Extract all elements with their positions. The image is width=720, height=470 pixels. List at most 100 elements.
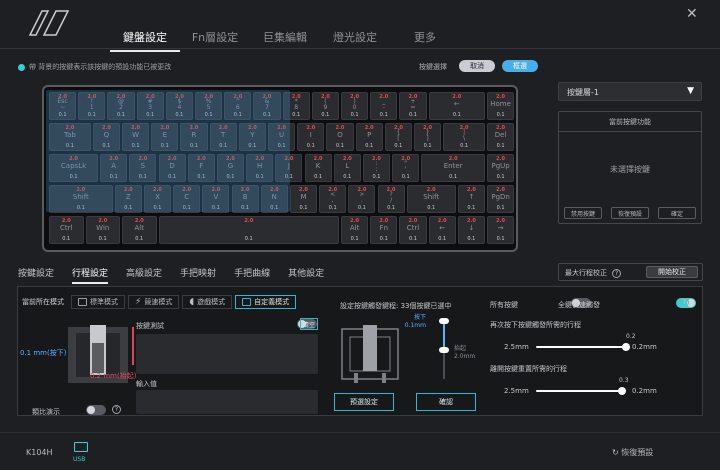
key-2-10[interactable]: 2.0: ; 0.1 <box>362 154 391 182</box>
key-2-1[interactable]: 2.0 A 0.1 <box>100 154 128 182</box>
key-0-2[interactable]: 2.0 @ 2 0.1 <box>107 92 135 120</box>
key-1-11[interactable]: 2.0{ [0.1 <box>384 123 412 151</box>
key-0-14[interactable]: 2.0 Home 0.1 <box>487 92 515 120</box>
key-0-10[interactable]: 2.0) 0 0.1 <box>341 92 369 120</box>
press-slider-knob[interactable] <box>622 343 630 351</box>
key-3-9[interactable]: 2.0 > . 0.1 <box>348 185 376 213</box>
key-0-5[interactable]: 2.0% 5 0.1 <box>195 92 223 120</box>
key-3-1[interactable]: 2.0 Z 0.1 <box>114 185 142 213</box>
key-1-5[interactable]: 2.0 T 0.1 <box>209 123 237 151</box>
key-3-2[interactable]: 2.0 X 0.1 <box>143 185 172 213</box>
settings-tab-2[interactable]: 高級設定 <box>126 266 162 284</box>
key-4-0[interactable]: 2.0 Ctrl 0.1 <box>49 216 84 244</box>
release-slider[interactable] <box>536 387 626 395</box>
key-0-4[interactable]: 2.0 $ 4 0.1 <box>165 92 193 120</box>
layer-select[interactable]: 按鍵層-1 ▼ <box>558 82 702 101</box>
compare-toggle[interactable] <box>86 405 106 415</box>
key-3-6[interactable]: 2.0 N 0.1 <box>260 185 288 213</box>
key-3-0[interactable]: 2.0 Shift 0.1 <box>49 185 113 213</box>
mode-game[interactable]: ◖ 遊戲模式 <box>182 295 233 309</box>
confirm-trigger-button[interactable]: 確認 <box>416 393 476 411</box>
key-1-10[interactable]: 2.0 P 0.1 <box>355 123 383 151</box>
key-3-5[interactable]: 2.0 B 0.1 <box>231 185 259 213</box>
key-4-9[interactable]: 2.0 → 0.1 <box>487 216 515 244</box>
key-4-4[interactable]: 2.0 Alt 0.1 <box>341 216 369 244</box>
settings-tab-3[interactable]: 手把映射 <box>180 266 216 284</box>
key-2-3[interactable]: 2.0 D 0.1 <box>158 154 186 182</box>
key-0-7[interactable]: 2.0 & 7 0.1 <box>253 92 281 120</box>
press-slider[interactable] <box>536 343 630 351</box>
mode-speed[interactable]: ⚡ 競速模式 <box>128 295 180 309</box>
help-icon[interactable]: ? <box>612 269 622 278</box>
key-2-5[interactable]: 2.0 G 0.1 <box>216 154 245 182</box>
start-calibration-button[interactable]: 開始校正 <box>646 266 698 278</box>
key-2-13[interactable]: 2.0 PgUp 0.1 <box>487 154 515 182</box>
key-2-12[interactable]: 2.0 Enter 0.1 <box>421 154 485 182</box>
settings-tab-5[interactable]: 其他設定 <box>288 266 324 284</box>
key-2-4[interactable]: 2.0 F 0.1 <box>187 154 215 182</box>
release-slider-knob[interactable] <box>618 387 626 395</box>
key-0-6[interactable]: 2.0 ^ 6 0.1 <box>224 92 252 120</box>
key-1-9[interactable]: 2.0 O 0.1 <box>326 123 354 151</box>
key-1-6[interactable]: 2.0 Y 0.1 <box>238 123 266 151</box>
key-0-13[interactable]: 2.0 ← 0.1 <box>428 92 485 120</box>
key-2-6[interactable]: 2.0 H 0.1 <box>246 154 274 182</box>
key-0-12[interactable]: 2.0 + = 0.1 <box>399 92 427 120</box>
settings-tab-0[interactable]: 按鍵設定 <box>18 266 54 284</box>
key-3-11[interactable]: 2.0 Shift 0.1 <box>406 185 456 213</box>
key-3-8[interactable]: 2.0 < , 0.1 <box>319 185 347 213</box>
close-icon[interactable]: ✕ <box>686 6 698 22</box>
key-1-7[interactable]: 2.0 U 0.1 <box>268 123 296 151</box>
key-3-3[interactable]: 2.0 C 0.1 <box>173 185 201 213</box>
key-2-2[interactable]: 2.0 S 0.1 <box>129 154 157 182</box>
key-1-2[interactable]: 2.0 W 0.1 <box>122 123 150 151</box>
restore-default-button[interactable]: 恢復預設 <box>611 207 649 219</box>
key-4-7[interactable]: 2.0 ← 0.1 <box>428 216 456 244</box>
key-2-8[interactable]: 2.0 K 0.1 <box>304 154 332 182</box>
key-4-3[interactable]: 2.0 0.1 <box>158 216 339 244</box>
key-1-3[interactable]: 2.0 E 0.1 <box>151 123 179 151</box>
help-icon[interactable]: ? <box>680 298 689 307</box>
disable-key-button[interactable]: 禁用按鍵 <box>564 207 602 219</box>
key-3-12[interactable]: 2.0 ↑ 0.1 <box>457 185 485 213</box>
restore-defaults-link[interactable]: ↻ 恢復預設 <box>612 447 653 458</box>
settings-tab-4[interactable]: 手把曲線 <box>234 266 270 284</box>
key-4-2[interactable]: 2.0 Alt 0.1 <box>122 216 157 244</box>
key-3-7[interactable]: 2.0 M 0.1 <box>289 185 318 213</box>
key-4-8[interactable]: 2.0 ↓ 0.1 <box>457 216 485 244</box>
key-2-0[interactable]: 2.0 CapsLk 0.1 <box>49 154 99 182</box>
key-4-1[interactable]: 2.0 Win 0.1 <box>85 216 120 244</box>
key-0-1[interactable]: 2.0! 1 0.1 <box>78 92 106 120</box>
input-value-area[interactable] <box>136 390 318 414</box>
key-4-6[interactable]: 2.0 Ctrl 0.1 <box>399 216 427 244</box>
key-0-3[interactable]: 2.0 # 3 0.1 <box>136 92 164 120</box>
key-0-8[interactable]: 2.0 * 8 0.1 <box>282 92 310 120</box>
usb-icon[interactable] <box>74 442 88 452</box>
key-3-10[interactable]: 2.0? /0.1 <box>377 185 405 213</box>
key-1-14[interactable]: 2.0 Del 0.1 <box>487 123 515 151</box>
help-icon[interactable]: ? <box>112 405 121 414</box>
clear-button[interactable]: 清空 <box>300 318 318 330</box>
box-select-button[interactable]: 框選 <box>502 60 538 72</box>
key-test-area[interactable] <box>136 334 318 374</box>
key-2-7[interactable]: 2.0 J 0.1 <box>275 154 303 182</box>
mode-standard[interactable]: 標準模式 <box>71 295 125 309</box>
key-4-5[interactable]: 2.0 Fn 0.1 <box>370 216 398 244</box>
key-1-8[interactable]: 2.0 I 0.1 <box>297 123 325 151</box>
preset-button[interactable]: 預選設定 <box>334 393 394 411</box>
key-0-0[interactable]: 2.0 Esc ~0.1 <box>49 92 77 120</box>
key-1-1[interactable]: 2.0 Q 0.1 <box>92 123 120 151</box>
confirm-button[interactable]: 確定 <box>658 207 696 219</box>
cancel-select-button[interactable]: 取消 <box>459 60 495 72</box>
release-handle[interactable] <box>439 347 449 353</box>
key-0-11[interactable]: 2.0 _ -0.1 <box>370 92 398 120</box>
settings-tab-1[interactable]: 行程設定 <box>72 266 109 284</box>
key-1-12[interactable]: 2.0} ] 0.1 <box>414 123 442 151</box>
key-3-13[interactable]: 2.0 PgDn 0.1 <box>487 185 515 213</box>
key-1-13[interactable]: 2.0 | \ 0.1 <box>443 123 485 151</box>
key-1-0[interactable]: 2.0 Tab 0.1 <box>49 123 91 151</box>
key-2-9[interactable]: 2.0 L 0.1 <box>333 154 361 182</box>
mode-custom[interactable]: 自定義模式 <box>235 295 297 309</box>
key-2-11[interactable]: 2.0 " ' 0.1 <box>392 154 420 182</box>
key-1-4[interactable]: 2.0 R 0.1 <box>180 123 208 151</box>
